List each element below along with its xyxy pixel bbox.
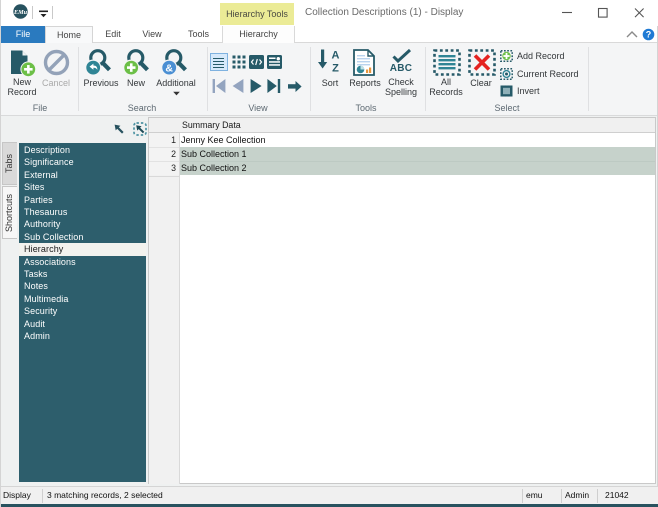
svg-text:?: ? [646,29,652,39]
svg-text:Z: Z [332,63,339,75]
svg-text:&: & [165,62,173,74]
svg-text:A: A [332,50,340,62]
svg-text:EMu: EMu [13,9,28,16]
